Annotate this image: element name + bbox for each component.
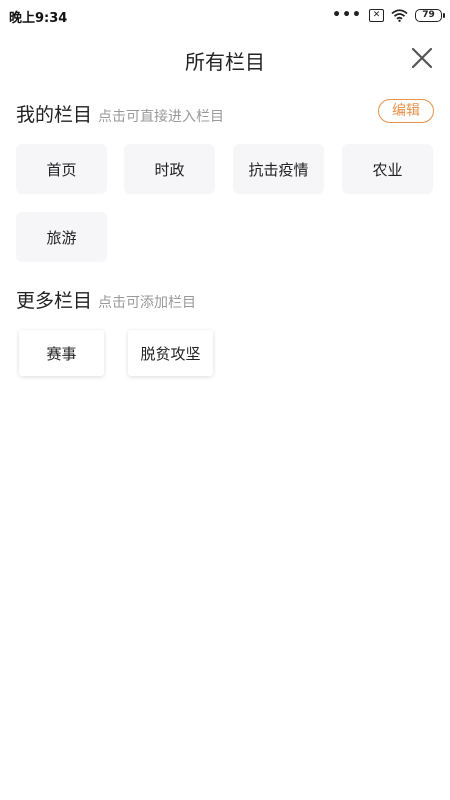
close-icon — [411, 47, 433, 69]
battery-icon: 79 — [415, 8, 445, 22]
close-button[interactable] — [410, 46, 434, 70]
more-columns-hint: 点击可添加栏目 — [98, 295, 197, 311]
more-columns-header: 更多栏目 点击可添加栏目 — [16, 286, 196, 313]
no-sim-icon: ✕ — [369, 8, 384, 22]
more-column-chip-poverty[interactable]: 脱贫攻坚 — [128, 330, 213, 376]
wifi-icon — [391, 8, 408, 22]
page-title: 所有栏目 — [185, 50, 265, 74]
my-column-chip-travel[interactable]: 旅游 — [16, 212, 107, 262]
edit-button[interactable]: 编辑 — [378, 99, 434, 123]
my-column-chip-agriculture[interactable]: 农业 — [342, 144, 433, 194]
status-time: 晚上9:34 — [9, 11, 68, 26]
my-columns-hint: 点击可直接进入栏目 — [98, 109, 225, 125]
my-columns-header: 我的栏目 点击可直接进入栏目 — [16, 100, 224, 127]
header: 所有栏目 — [0, 40, 450, 80]
my-columns-title: 我的栏目 — [16, 104, 93, 126]
my-column-chip-home[interactable]: 首页 — [16, 144, 107, 194]
more-dots-icon: ••• — [332, 7, 362, 23]
more-column-chip-events[interactable]: 赛事 — [19, 330, 104, 376]
more-columns-title: 更多栏目 — [16, 290, 93, 312]
status-bar: 晚上9:34 ••• ✕ 79 — [0, 0, 450, 30]
my-column-chip-epidemic[interactable]: 抗击疫情 — [233, 144, 324, 194]
status-icons: ••• ✕ 79 — [332, 7, 445, 23]
my-column-chip-politics[interactable]: 时政 — [124, 144, 215, 194]
